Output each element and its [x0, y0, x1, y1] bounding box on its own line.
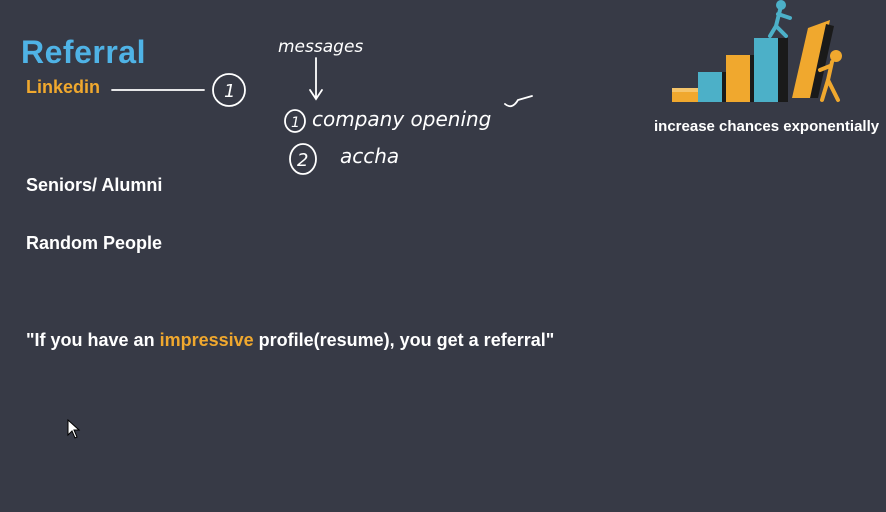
mouse-cursor-icon: [67, 419, 81, 439]
climber-body: [768, 8, 792, 38]
pusher-body: [818, 60, 840, 102]
growth-stairs-illustration: [672, 0, 842, 102]
